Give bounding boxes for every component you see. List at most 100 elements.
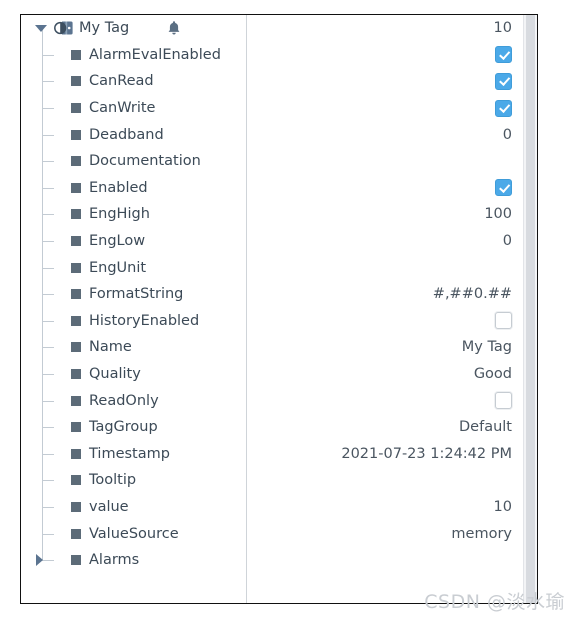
property-name-cell[interactable]: Timestamp (21, 440, 246, 468)
scrollbar-thumb[interactable] (526, 15, 535, 603)
screenshot-root: My Tag 10 AlarmEvalEnabled CanRead CanWrite D… (0, 0, 573, 620)
property-name-cell[interactable]: ReadOnly (21, 387, 246, 414)
property-name-cell[interactable]: Alarms (21, 546, 246, 574)
property-value-cell[interactable]: 0 (246, 121, 523, 148)
tree-row[interactable]: Enabled (21, 174, 523, 202)
tag-icon (54, 20, 74, 36)
tree-row[interactable]: EngUnit (21, 254, 523, 281)
property-name-cell[interactable]: AlarmEvalEnabled (21, 41, 246, 69)
tree-row[interactable]: Alarms (21, 546, 523, 574)
property-value-cell[interactable]: Default (246, 414, 523, 441)
property-name-cell[interactable]: Name (21, 334, 246, 361)
tree-root-label: My Tag (79, 20, 130, 37)
property-value-cell[interactable]: 100 (246, 201, 523, 228)
property-name-cell[interactable]: EngUnit (21, 254, 246, 281)
property-name-cell[interactable]: Enabled (21, 174, 246, 202)
tree-row[interactable]: CanWrite (21, 94, 523, 122)
property-name-cell[interactable]: value (21, 493, 246, 521)
property-name-cell[interactable]: Tooltip (21, 467, 246, 494)
tree-guide-branch (42, 161, 54, 163)
property-name-cell[interactable]: CanWrite (21, 94, 246, 122)
checkbox-checked[interactable] (495, 179, 512, 197)
tree-guide-branch (42, 81, 54, 83)
property-name-cell[interactable]: FormatString (21, 280, 246, 308)
tree-row[interactable]: value 10 (21, 493, 523, 521)
tree-row[interactable]: EngHigh 100 (21, 201, 523, 228)
property-bullet-icon (71, 236, 81, 247)
tree-row[interactable]: Deadband 0 (21, 121, 523, 148)
property-value-cell[interactable]: Good (246, 361, 523, 388)
tree-row[interactable]: HistoryEnabled (21, 307, 523, 335)
property-value-cell[interactable]: My Tag (246, 334, 523, 361)
chevron-down-icon[interactable] (34, 21, 48, 35)
property-value-text: memory (451, 525, 512, 542)
property-value-cell[interactable] (246, 175, 523, 202)
property-value-cell[interactable]: memory (246, 520, 523, 547)
tree-guide-branch (42, 294, 54, 296)
property-value-cell[interactable] (246, 148, 523, 175)
property-value-cell[interactable]: 2021-07-23 1:24:42 PM (246, 441, 523, 468)
tree-row[interactable]: CanRead (21, 68, 523, 95)
property-name-cell[interactable]: Quality (21, 360, 246, 388)
property-value-cell[interactable]: 0 (246, 228, 523, 255)
property-name-cell[interactable]: Deadband (21, 121, 246, 148)
checkbox-unchecked[interactable] (495, 392, 512, 410)
property-bullet-icon (71, 262, 81, 273)
property-value-cell[interactable] (246, 68, 523, 95)
chevron-right-icon[interactable] (32, 553, 46, 567)
property-name-cell[interactable]: ValueSource (21, 520, 246, 547)
tree-guide-branch (42, 54, 54, 56)
tree-row[interactable]: Name My Tag (21, 334, 523, 361)
property-value-cell[interactable]: 10 (246, 494, 523, 521)
property-value-cell[interactable] (246, 387, 523, 414)
property-bullet-icon (71, 182, 81, 193)
property-name-cell[interactable]: My Tag (21, 15, 246, 42)
tree-row[interactable]: AlarmEvalEnabled (21, 41, 523, 69)
property-value-text: Default (459, 419, 512, 436)
property-name-cell[interactable]: EngHigh (21, 201, 246, 228)
tree-row[interactable]: Documentation (21, 147, 523, 175)
tree-row[interactable]: FormatString #,##0.## (21, 280, 523, 308)
property-name-label: value (89, 498, 129, 515)
tree-guide-branch (42, 453, 54, 455)
tree-row[interactable]: ReadOnly (21, 387, 523, 414)
tag-property-panel: My Tag 10 AlarmEvalEnabled CanRead CanWrite D… (20, 14, 538, 604)
property-name-label: Name (89, 339, 132, 356)
property-name-cell[interactable]: EngLow (21, 227, 246, 255)
checkbox-checked[interactable] (495, 99, 512, 117)
tree-row[interactable]: TagGroup Default (21, 413, 523, 441)
tree-row[interactable]: Tooltip (21, 467, 523, 494)
property-value-text: 100 (484, 206, 512, 223)
tree-row[interactable]: Timestamp 2021-07-23 1:24:42 PM (21, 440, 523, 468)
property-name-cell[interactable]: HistoryEnabled (21, 307, 246, 335)
property-name-label: EngLow (89, 233, 146, 250)
property-name-cell[interactable]: CanRead (21, 68, 246, 95)
property-bullet-icon (71, 315, 81, 326)
property-value-cell[interactable] (246, 308, 523, 335)
tree-row[interactable]: EngLow 0 (21, 227, 523, 255)
property-value-text: #,##0.## (432, 286, 512, 303)
property-value-text: Good (473, 366, 512, 383)
bell-icon[interactable] (167, 21, 181, 36)
property-bullet-icon (71, 49, 81, 60)
property-bullet-icon (71, 289, 81, 300)
checkbox-unchecked[interactable] (495, 312, 512, 330)
property-value-cell[interactable] (246, 42, 523, 69)
property-name-cell[interactable]: TagGroup (21, 413, 246, 441)
property-value-cell[interactable] (246, 547, 523, 574)
tree-row[interactable]: Quality Good (21, 360, 523, 388)
property-value-cell[interactable] (246, 95, 523, 122)
property-rows-container: My Tag 10 AlarmEvalEnabled CanRead CanWrite D… (21, 15, 523, 603)
property-value-cell[interactable] (246, 254, 523, 281)
checkbox-checked[interactable] (495, 72, 512, 90)
tree-row-root[interactable]: My Tag 10 (21, 15, 523, 42)
property-value-cell[interactable]: 10 (246, 15, 523, 42)
property-value-cell[interactable]: #,##0.## (246, 281, 523, 308)
property-name-cell[interactable]: Documentation (21, 147, 246, 175)
property-bullet-icon (71, 103, 81, 114)
property-name-label: Tooltip (89, 472, 137, 489)
tree-row[interactable]: ValueSource memory (21, 520, 523, 547)
checkbox-checked[interactable] (495, 46, 512, 64)
vertical-scrollbar[interactable] (523, 15, 537, 603)
property-value-cell[interactable] (246, 467, 523, 494)
